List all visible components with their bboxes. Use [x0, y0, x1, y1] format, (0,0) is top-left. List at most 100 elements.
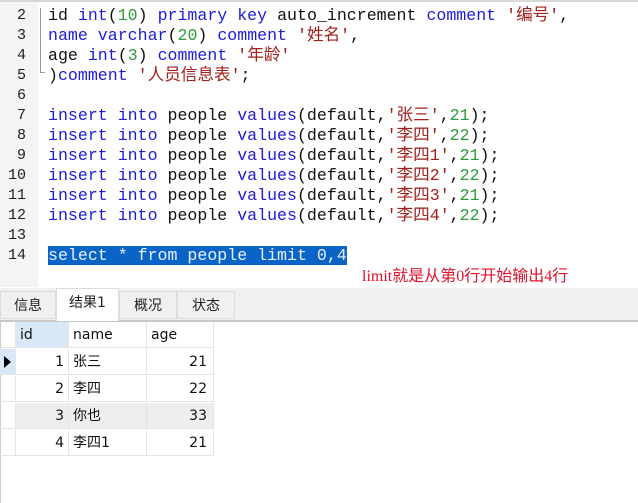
code-token: values: [237, 166, 297, 185]
code-token: int: [77, 6, 108, 25]
code-token: values: [237, 106, 297, 125]
tab-result1[interactable]: 结果1: [56, 288, 119, 321]
code-token: ,: [449, 166, 460, 185]
code-token: ,: [559, 6, 570, 25]
code-token: 22: [459, 166, 480, 185]
code-text[interactable]: insert into people values(default,'李四',2…: [48, 126, 490, 146]
code-line: 5 )comment '人员信息表';: [0, 66, 638, 86]
code-line: 2 id int(10) primary key auto_increment c…: [0, 6, 638, 26]
code-line: 10 insert into people values(default,'李四2…: [0, 166, 638, 186]
code-token: 22: [449, 126, 470, 145]
code-token: insert into: [48, 186, 158, 205]
code-token: int: [87, 46, 118, 65]
line-number: 10: [7, 167, 26, 184]
line-number: 9: [16, 147, 26, 164]
row-indicator[interactable]: [0, 376, 16, 402]
code-token: 20: [177, 26, 198, 45]
table-row[interactable]: 4 李四1 21: [0, 430, 214, 457]
code-line: 11 insert into people values(default,'李四3…: [0, 186, 638, 206]
result-tabs: 信息 结果1 概况 状态: [0, 288, 638, 322]
code-token: (: [167, 26, 178, 45]
cell-id[interactable]: 1: [16, 349, 69, 375]
tab-status[interactable]: 状态: [177, 291, 235, 319]
code-token: '李四1': [386, 146, 450, 165]
sql-editor[interactable]: 2 id int(10) primary key auto_increment c…: [0, 0, 638, 287]
line-number: 6: [16, 87, 26, 104]
code-text[interactable]: name varchar(20) comment '姓名',: [48, 26, 360, 46]
code-token: 21: [449, 106, 470, 125]
table-row[interactable]: 1 张三 21: [0, 349, 214, 376]
code-line: 12 insert into people values(default,'李四4…: [0, 206, 638, 226]
code-text[interactable]: insert into people values(default,'李四4',…: [48, 206, 499, 226]
code-token: age: [48, 46, 88, 65]
cell-id[interactable]: 3: [16, 403, 69, 429]
cell-age[interactable]: 33: [147, 403, 214, 429]
code-token: '年龄': [237, 46, 291, 65]
tab-overview[interactable]: 概况: [119, 291, 177, 319]
code-token: (default,: [296, 146, 387, 165]
code-token: );: [479, 146, 500, 165]
code-token: (: [107, 6, 118, 25]
cell-name[interactable]: 李四1: [69, 430, 147, 456]
row-indicator[interactable]: [0, 403, 16, 429]
code-token: (default,: [296, 106, 387, 125]
code-token: ): [137, 46, 158, 65]
line-number: 5: [16, 67, 26, 84]
table-row[interactable]: 2 李四 22: [0, 376, 214, 403]
code-token: ): [197, 26, 218, 45]
code-token: comment: [217, 26, 288, 45]
code-text[interactable]: insert into people values(default,'李四3',…: [48, 186, 499, 206]
code-text[interactable]: id int(10) primary key auto_increment co…: [48, 6, 569, 26]
code-text[interactable]: )comment '人员信息表';: [48, 66, 251, 86]
row-indicator[interactable]: [0, 349, 16, 375]
tab-info[interactable]: 信息: [0, 291, 56, 319]
code-token: (default,: [296, 126, 387, 145]
code-token: people: [157, 106, 238, 125]
code-token: '人员信息表': [137, 66, 241, 85]
row-indicator[interactable]: [0, 430, 16, 456]
code-token: '李四': [386, 126, 440, 145]
code-token: ;: [240, 66, 251, 85]
code-token: comment: [426, 6, 497, 25]
cell-name[interactable]: 你也: [69, 403, 147, 429]
code-token: id: [48, 6, 78, 25]
code-line: 8 insert into people values(default,'李四',…: [0, 126, 638, 146]
code-token: (: [117, 46, 128, 65]
code-token: '李四4': [386, 206, 450, 225]
line-number: 8: [16, 127, 26, 144]
column-header-id[interactable]: id: [16, 322, 69, 348]
code-text[interactable]: age int(3) comment '年龄': [48, 46, 290, 66]
code-token: people: [157, 206, 238, 225]
code-token: 10: [117, 6, 138, 25]
code-token: '姓名': [297, 26, 351, 45]
code-token: people: [157, 166, 238, 185]
code-text[interactable]: insert into people values(default,'张三',2…: [48, 106, 490, 126]
code-token: comment: [57, 66, 128, 85]
code-text[interactable]: select * from people limit 0,4: [48, 246, 347, 266]
code-line: 13: [0, 226, 638, 246]
cell-name[interactable]: 李四: [69, 376, 147, 402]
table-row[interactable]: 3 你也 33: [0, 403, 214, 430]
code-token: comment: [157, 46, 228, 65]
code-token: (default,: [296, 186, 387, 205]
code-token: );: [479, 186, 500, 205]
code-token: ,: [449, 186, 460, 205]
code-token: );: [469, 126, 490, 145]
code-token: ,: [439, 106, 450, 125]
code-token: '编号': [506, 6, 560, 25]
cell-name[interactable]: 张三: [69, 349, 147, 375]
code-token: ,: [449, 206, 460, 225]
code-token: ,: [350, 26, 361, 45]
cell-age[interactable]: 21: [147, 349, 214, 375]
column-header-name[interactable]: name: [69, 322, 147, 348]
code-text[interactable]: insert into people values(default,'李四1',…: [48, 146, 499, 166]
cell-age[interactable]: 22: [147, 376, 214, 402]
code-text[interactable]: insert into people values(default,'李四2',…: [48, 166, 499, 186]
code-token: ,: [449, 146, 460, 165]
column-header-age[interactable]: age: [147, 322, 214, 348]
cell-id[interactable]: 4: [16, 430, 69, 456]
cell-id[interactable]: 2: [16, 376, 69, 402]
cell-age[interactable]: 21: [147, 430, 214, 456]
